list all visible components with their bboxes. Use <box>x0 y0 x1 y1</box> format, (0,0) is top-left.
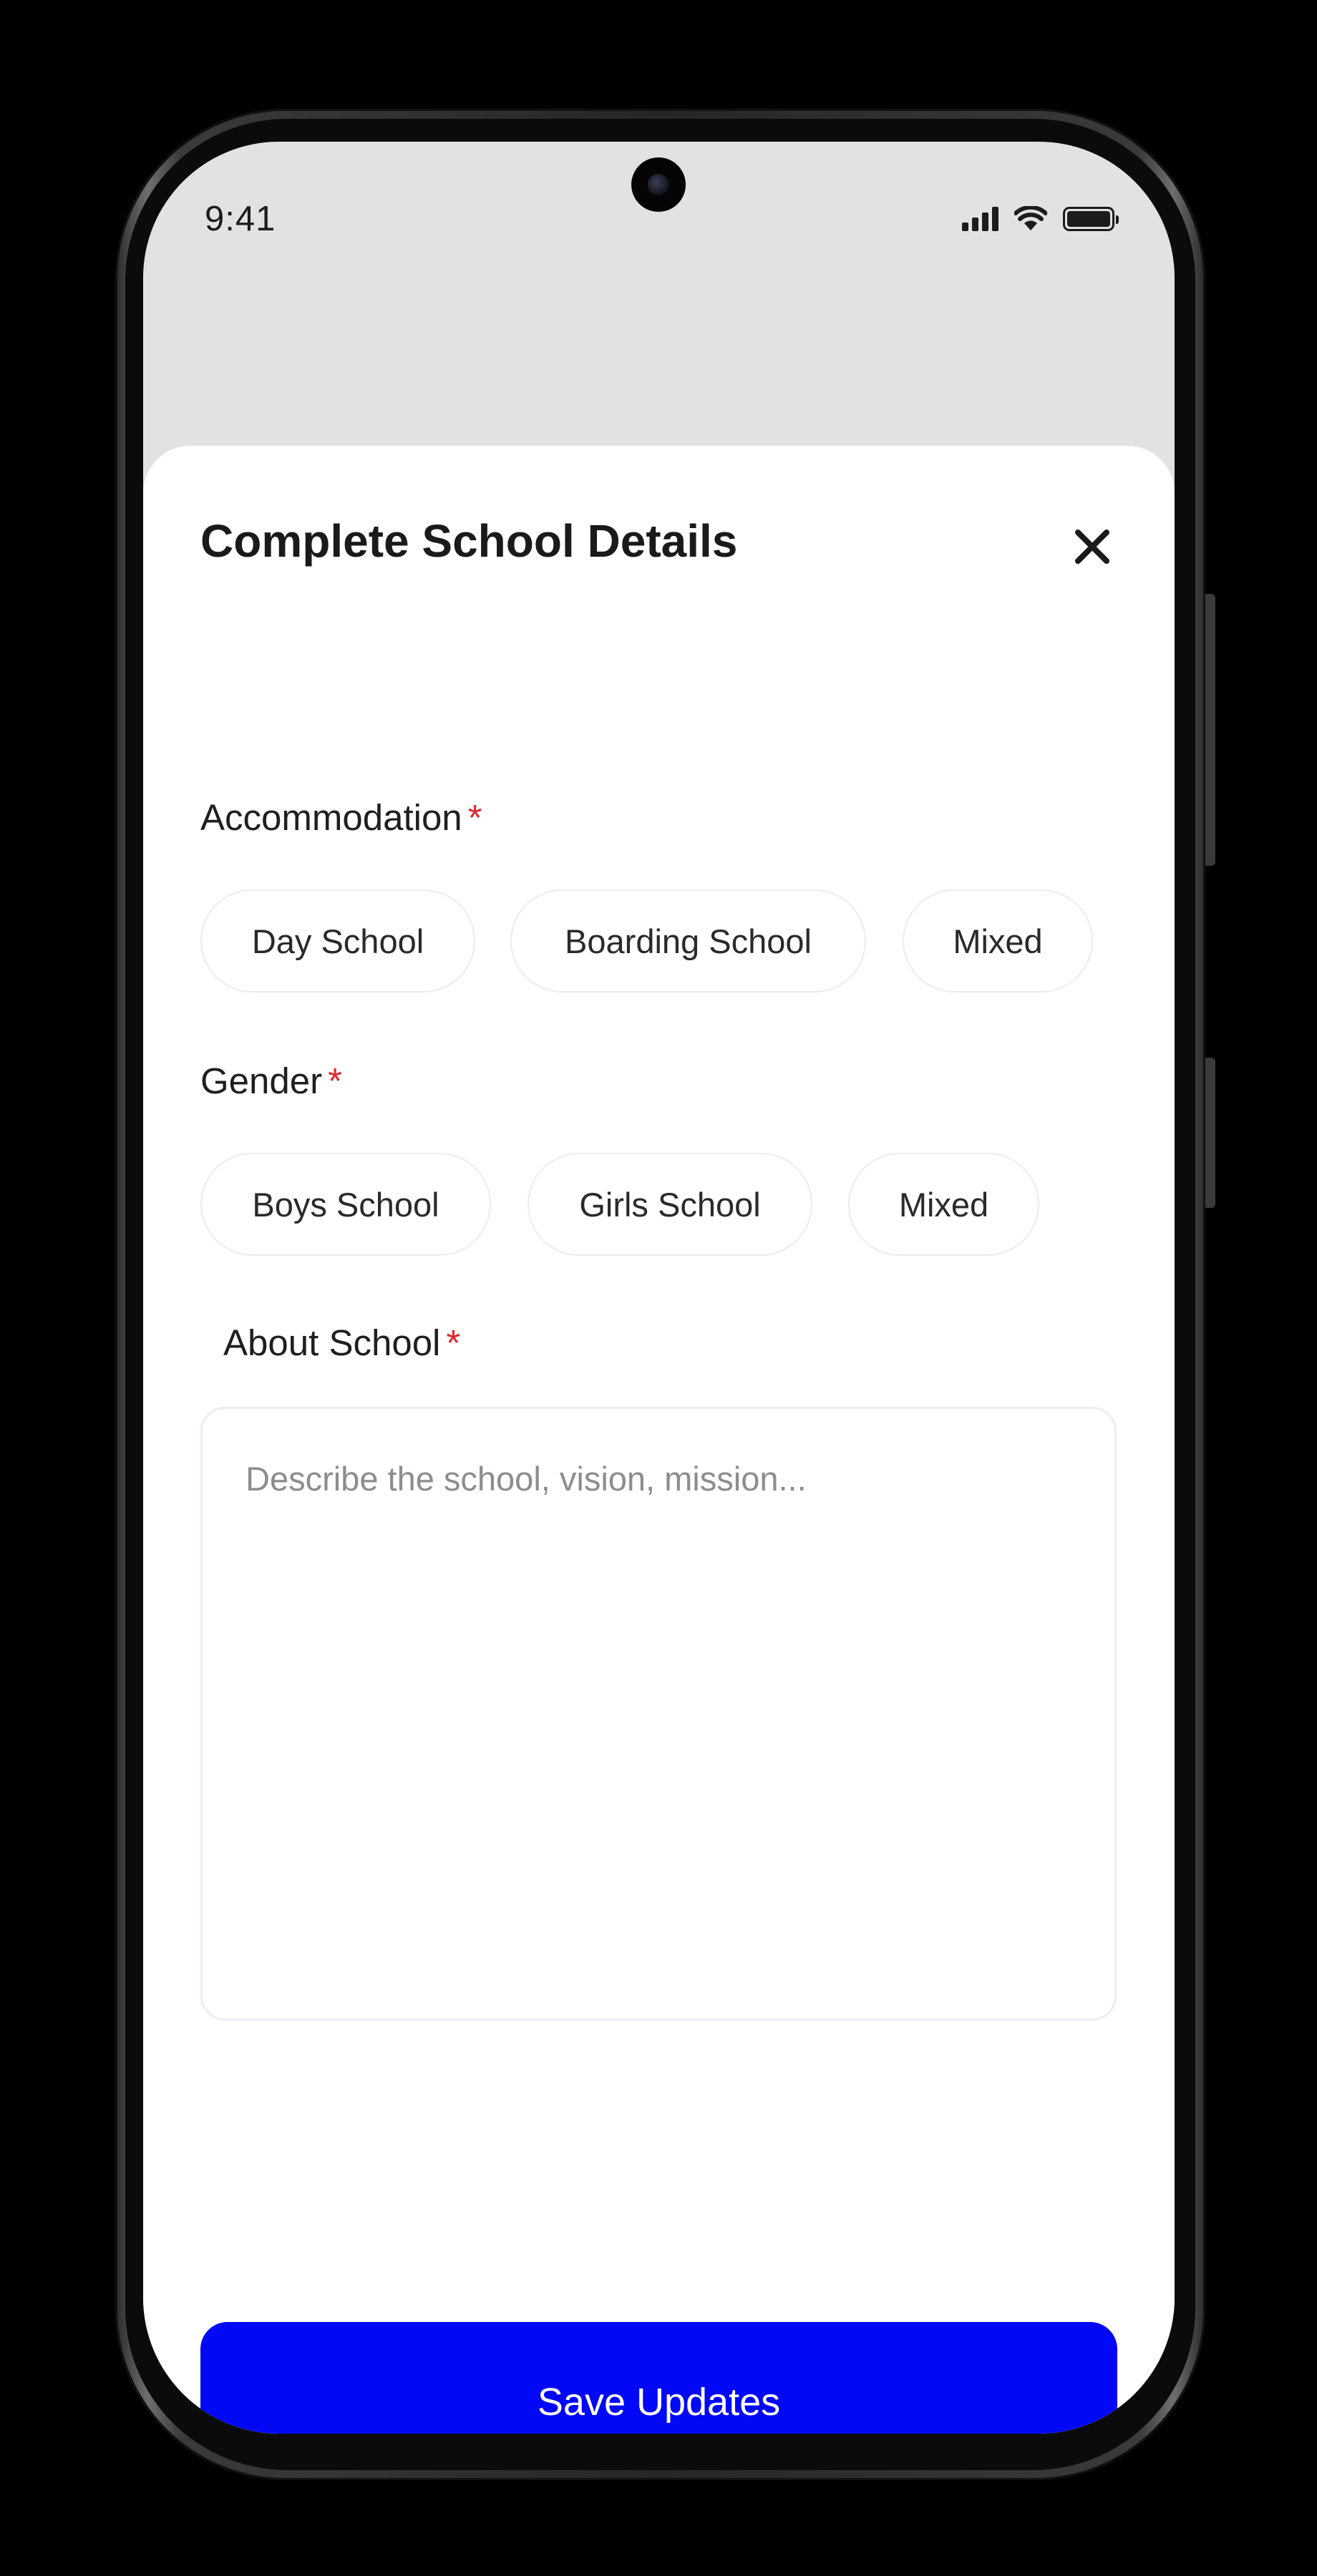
close-icon <box>1075 530 1109 564</box>
power-button <box>1205 594 1215 866</box>
chip-boarding-school[interactable]: Boarding School <box>510 889 866 992</box>
bottom-sheet: Complete School Details Accommodation * D… <box>143 446 1175 2434</box>
status-icons <box>962 205 1119 233</box>
wifi-icon <box>1014 206 1047 230</box>
required-mark: * <box>467 797 482 838</box>
chip-day-school[interactable]: Day School <box>200 889 475 992</box>
chip-gender-mixed[interactable]: Mixed <box>848 1153 1039 1256</box>
volume-button <box>1205 1058 1215 1208</box>
chip-girls-school[interactable]: Girls School <box>528 1153 812 1256</box>
gender-label: Gender * <box>200 1060 342 1102</box>
about-school-label-text: About School <box>223 1322 441 1363</box>
accommodation-label: Accommodation * <box>200 796 482 839</box>
battery-icon <box>1063 207 1119 231</box>
required-mark: * <box>328 1060 342 1101</box>
about-school-label: About School * <box>223 1322 460 1364</box>
chip-accommodation-mixed[interactable]: Mixed <box>903 889 1093 992</box>
required-mark: * <box>446 1322 461 1363</box>
signal-icon <box>962 207 998 231</box>
about-school-textarea[interactable] <box>200 1407 1117 2021</box>
chip-boys-school[interactable]: Boys School <box>200 1153 491 1256</box>
close-button[interactable] <box>1066 521 1118 572</box>
status-bar: 9:41 <box>143 142 1175 299</box>
gender-label-text: Gender <box>200 1060 323 1101</box>
status-time: 9:41 <box>205 200 276 238</box>
save-updates-button[interactable]: Save Updates <box>200 2322 1117 2434</box>
screen: 9:41 Complete School Details Accommodati… <box>143 142 1175 2434</box>
sheet-title: Complete School Details <box>200 515 738 567</box>
accommodation-label-text: Accommodation <box>200 797 462 838</box>
front-camera <box>631 157 686 212</box>
